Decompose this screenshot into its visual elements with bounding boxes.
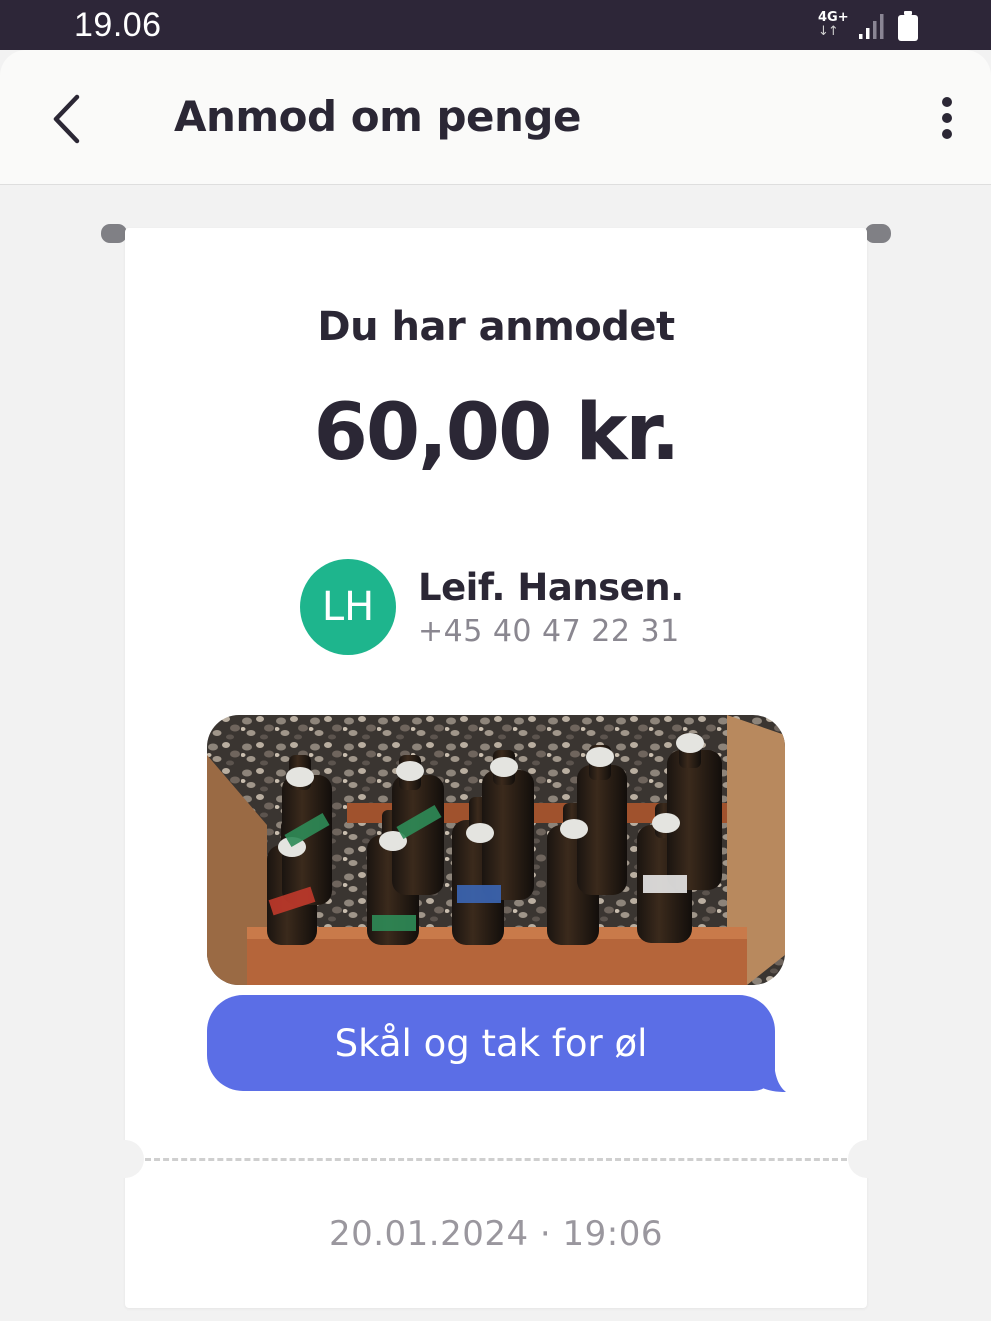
back-button[interactable] <box>42 88 92 150</box>
request-timestamp: 20.01.2024 · 19:06 <box>328 1214 664 1254</box>
bubble-tail <box>752 1058 786 1092</box>
network-type: 4G+ <box>818 10 849 25</box>
contact-name: Leif. Hansen. <box>418 566 684 609</box>
contact-phone: +45 40 47 22 31 <box>418 614 680 649</box>
receipt-tab-right <box>865 224 891 243</box>
request-headline: Du har anmodet <box>317 304 675 350</box>
request-amount: 60,00 kr. <box>313 388 681 478</box>
receipt-notch-left <box>106 1140 144 1178</box>
network-arrows: ↓↑ <box>818 24 839 39</box>
status-time: 19.06 <box>74 6 162 44</box>
battery-icon <box>898 11 918 41</box>
receipt-divider <box>145 1158 847 1161</box>
avatar: LH <box>300 559 396 655</box>
more-vertical-icon <box>942 97 952 139</box>
message-text: Skål og tak for øl <box>334 1021 648 1065</box>
chevron-left-icon <box>53 94 80 144</box>
app-bar: Anmod om penge <box>0 50 991 185</box>
network-indicator: 4G+ ↓↑ <box>818 11 849 39</box>
signal-bars-icon <box>859 14 884 39</box>
more-options-button[interactable] <box>926 90 968 146</box>
receipt-tab-left <box>101 224 127 243</box>
beer-crate-photo[interactable] <box>207 715 785 985</box>
receipt-notch-right <box>848 1140 886 1178</box>
page-title: Anmod om penge <box>174 92 581 141</box>
message-bubble: Skål og tak for øl <box>207 995 775 1091</box>
avatar-initials: LH <box>321 584 375 630</box>
status-bar: 19.06 4G+ ↓↑ <box>0 0 991 50</box>
